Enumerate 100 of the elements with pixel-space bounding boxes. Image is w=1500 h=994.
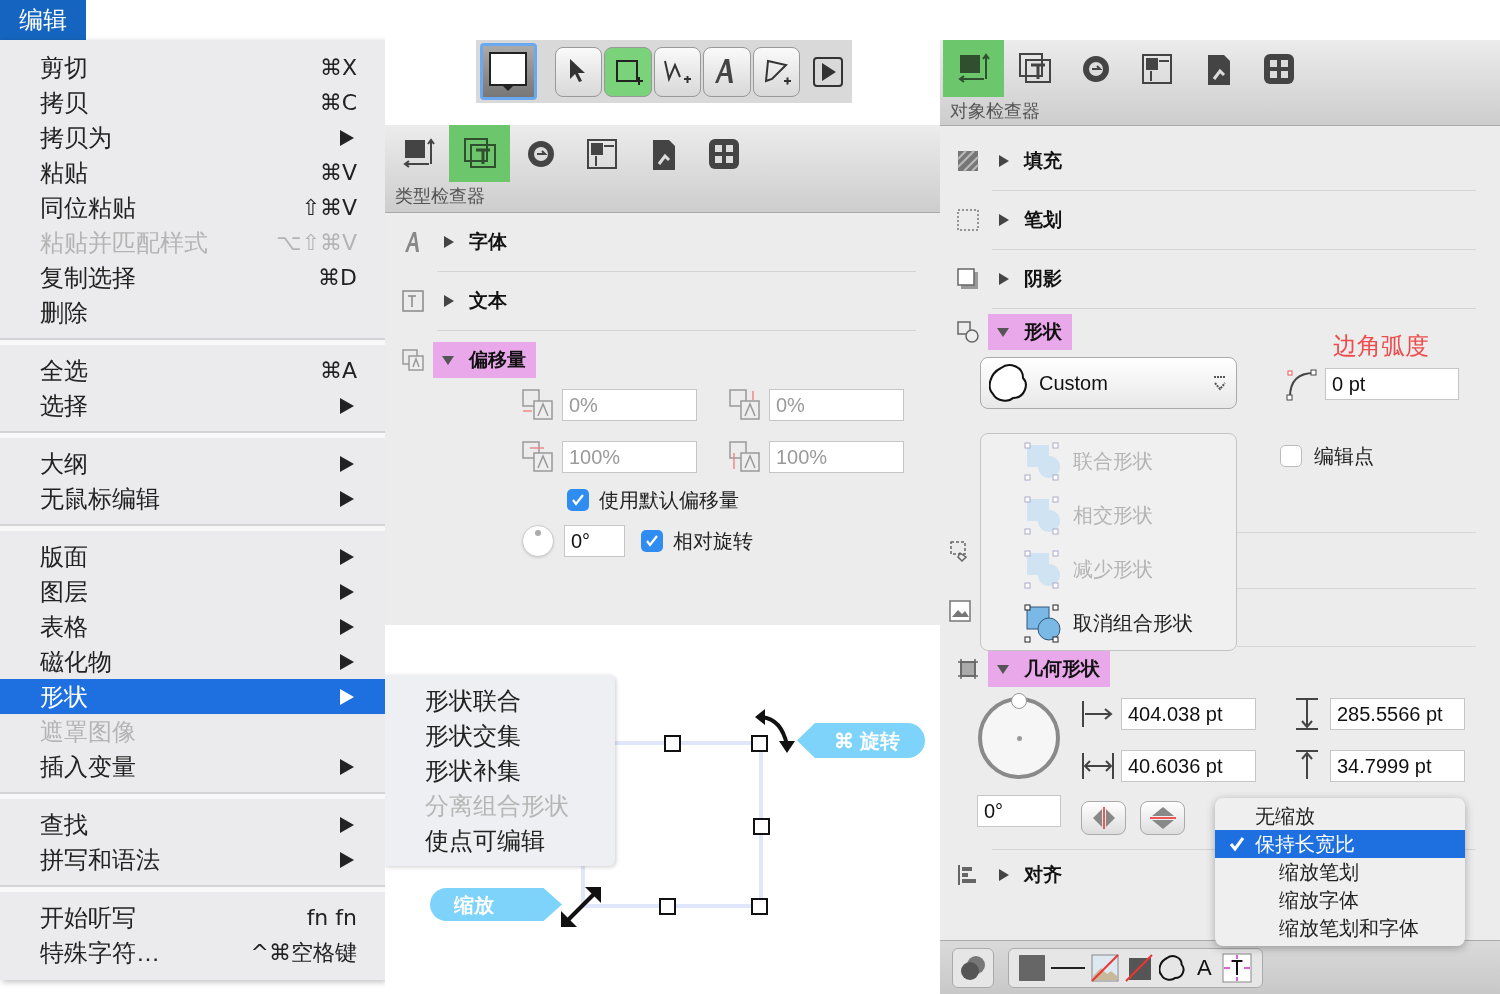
tool-button[interactable] [752,46,801,97]
menu-item[interactable]: 删除 [0,295,385,330]
section-toggle[interactable]: 偏移量 [433,342,536,378]
menu-item[interactable]: 图层 [0,574,385,609]
corner-radius-field[interactable]: 0 pt [1325,368,1459,400]
offset-icon [729,389,761,421]
submenu-arrow-icon [339,582,355,601]
menu-item[interactable]: 表格 [0,609,385,644]
number-field[interactable]: 285.5566 pt [1330,698,1465,730]
menu-item[interactable]: 缩放字体 [1215,886,1465,914]
rotation-field[interactable]: 0° [977,795,1061,827]
menu-item[interactable]: 同位粘贴 ⇧⌘V [0,190,385,225]
submenu-arrow-icon [339,687,355,706]
offset-icon [401,348,425,372]
menu-item[interactable]: 磁化物 [0,644,385,679]
menu-item[interactable]: 开始听写 fn fn [0,900,385,935]
section-toggle[interactable]: 阴影 [988,261,1072,297]
number-field[interactable]: 34.7999 pt [1330,750,1465,782]
submenu-arrow-icon [339,652,355,671]
popup-arrows-icon [1212,375,1228,391]
section-toggle[interactable]: 文本 [433,283,517,319]
selection-handle[interactable] [751,735,768,752]
flip-vertical-icon [1149,805,1176,831]
menu-item[interactable]: 使点可编辑 [385,823,615,858]
shortcut-label: fn fn [306,904,357,932]
menu-item[interactable]: 形状 [0,679,385,714]
menu-title[interactable]: 编辑 [0,0,86,40]
menu-item[interactable]: 选择 [0,388,385,423]
menu-item[interactable]: 保持长宽比 [1215,830,1465,858]
combine-shape-icon [1023,603,1063,643]
tool-button[interactable] [604,46,652,97]
style-well[interactable] [480,43,537,100]
number-field[interactable]: 404.038 pt [1121,698,1256,730]
flip-vertical-button[interactable] [1140,801,1185,835]
menu-item[interactable]: 形状联合 [385,683,615,718]
menu-item[interactable]: 形状交集 [385,718,615,753]
inspector-tab[interactable] [449,125,510,182]
section-toggle[interactable]: 填充 [988,143,1072,179]
menu-item[interactable]: 缩放笔划和字体 [1215,914,1465,942]
annotation-label: 边角弧度 [1333,331,1430,361]
inspector-tab[interactable] [943,40,1004,97]
menu-item[interactable]: 取消组合形状 [981,596,1236,650]
menu-item[interactable]: 大纲 [0,446,385,481]
shortcut-label: ⌘V [319,159,357,187]
shape-icon [956,320,980,344]
no-image-icon [1091,953,1119,982]
corner-radius-icon [1285,367,1317,401]
tool-button[interactable] [703,46,751,97]
checkbox[interactable] [567,489,589,511]
menu-item[interactable]: 查找 [0,807,385,842]
checkbox-label: 相对旋转 [673,529,753,554]
fill-icon [956,149,980,173]
section-toggle[interactable]: 几何形状 [988,651,1110,687]
menu-item[interactable]: 无缩放 [1215,802,1465,830]
submenu-arrow-icon [339,850,355,869]
combine-shape-icon [1023,495,1063,535]
menu-item[interactable]: 形状补集 [385,753,615,788]
inspector-title: 对象检查器 [949,100,1041,123]
tool-button[interactable] [554,46,603,97]
section-toggle[interactable]: 字体 [433,224,517,260]
menu-item[interactable]: 特殊字符… ^⌘空格键 [0,935,385,970]
shadow-icon [956,267,980,291]
scale-tag: 缩放 [430,888,562,921]
menu-item[interactable]: 插入变量 [0,749,385,784]
flip-horizontal-button[interactable] [1081,801,1126,835]
submenu-arrow-icon [339,396,355,415]
section-toggle[interactable]: 笔划 [988,202,1072,238]
tool-button[interactable] [653,46,702,97]
shortcut-label: ⌘A [319,357,357,385]
selection-handle[interactable] [659,898,676,915]
selection-handle[interactable] [753,818,770,835]
menu-item[interactable]: 粘贴 ⌘V [0,155,385,190]
shortcut-label: ⌘D [318,264,357,292]
selection-handle[interactable] [751,898,768,915]
offset-icon [729,441,761,473]
menu-item[interactable]: 拼写和语法 [0,842,385,877]
number-field[interactable]: 40.6036 pt [1121,750,1256,782]
menu-item[interactable]: 复制选择 ⌘D [0,260,385,295]
shortcut-label: ⌘X [319,54,357,82]
offset-icon [522,441,554,473]
menu-item[interactable]: 缩放笔划 [1215,858,1465,886]
menu-item[interactable]: 全选 ⌘A [0,353,385,388]
shortcut-label: ^⌘空格键 [250,939,357,967]
selection-handle[interactable] [664,735,681,752]
menu-item[interactable]: 版面 [0,539,385,574]
blob-shape-icon [1159,953,1187,982]
shape-preset-popup[interactable]: Custom [980,357,1237,409]
menu-item[interactable]: 剪切 ⌘X [0,50,385,85]
checkbox[interactable] [641,530,663,552]
checkbox[interactable] [1280,445,1302,467]
menu-item[interactable]: 拷贝 ⌘C [0,85,385,120]
section-toggle[interactable]: 对齐 [988,857,1072,893]
menu-item[interactable]: 拷贝为 [0,120,385,155]
rotation-field[interactable]: 0° [564,525,625,557]
submenu-arrow-icon [339,617,355,636]
styles-button[interactable] [952,947,994,988]
section-toggle[interactable]: 形状 [988,314,1072,350]
submenu-arrow-icon [339,454,355,473]
menu-item[interactable]: 无鼠标编辑 [0,481,385,516]
offset-icon [522,389,554,421]
